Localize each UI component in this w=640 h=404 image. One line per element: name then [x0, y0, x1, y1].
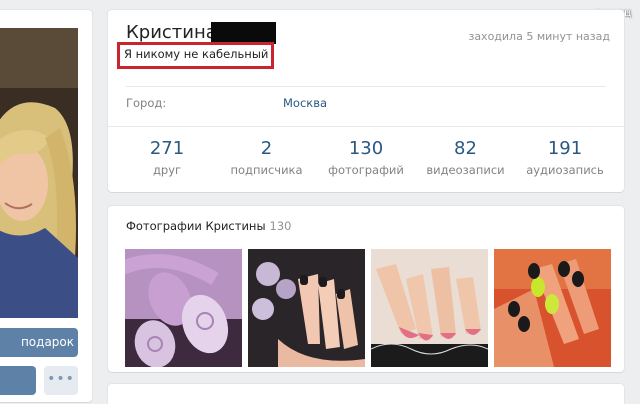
photos-count: 130: [269, 219, 292, 233]
left-column: подарок •••: [0, 10, 92, 402]
stat-label: фотографий: [328, 163, 404, 177]
stat-label: видеозаписи: [426, 163, 505, 177]
photo-thumbnail[interactable]: [125, 249, 242, 367]
profile-card: Кристина Я никому не кабельный заходила …: [108, 10, 624, 192]
stat-photos[interactable]: 130 фотографий: [319, 138, 413, 182]
stat-videos[interactable]: 82 видеозаписи: [419, 138, 513, 182]
avatar[interactable]: [0, 28, 78, 318]
photos-header[interactable]: Фотографии Кристины 130: [126, 219, 291, 233]
photo-thumbnail[interactable]: [371, 249, 488, 367]
last-seen: заходила 5 минут назад: [468, 30, 610, 43]
divider: [126, 86, 606, 87]
gift-button[interactable]: подарок: [0, 328, 78, 357]
redaction-bar: [211, 22, 276, 44]
city-label: Город:: [126, 96, 167, 110]
stat-label: друг: [152, 163, 182, 177]
divider: [108, 126, 624, 127]
profile-status[interactable]: Я никому не кабельный: [124, 47, 268, 61]
stat-audio[interactable]: 191 аудиозапись: [518, 138, 612, 182]
photos-card: Фотографии Кристины 130: [108, 206, 624, 372]
city-link[interactable]: Москва: [283, 96, 327, 110]
more-dots-icon[interactable]: •••: [44, 366, 78, 395]
action-button[interactable]: [0, 366, 36, 395]
stat-value: 271: [149, 138, 185, 159]
stat-friends[interactable]: 271 друг: [120, 138, 214, 182]
stats-row: 271 друг 2 подписчика 130 фотографий 82 …: [120, 138, 612, 182]
stat-value: 191: [547, 138, 583, 159]
photo-thumbnail[interactable]: [494, 249, 611, 367]
stat-label: подписчика: [230, 163, 303, 177]
stat-followers[interactable]: 2 подписчика: [220, 138, 314, 182]
profile-name: Кристина: [126, 22, 217, 43]
next-card: [108, 384, 624, 404]
photos-title: Фотографии Кристины: [126, 219, 266, 233]
stat-value: 82: [454, 138, 477, 159]
stat-value: 130: [348, 138, 384, 159]
stat-label: аудиозапись: [526, 163, 604, 177]
stat-value: 2: [260, 138, 273, 159]
photo-thumbnail[interactable]: [248, 249, 365, 367]
